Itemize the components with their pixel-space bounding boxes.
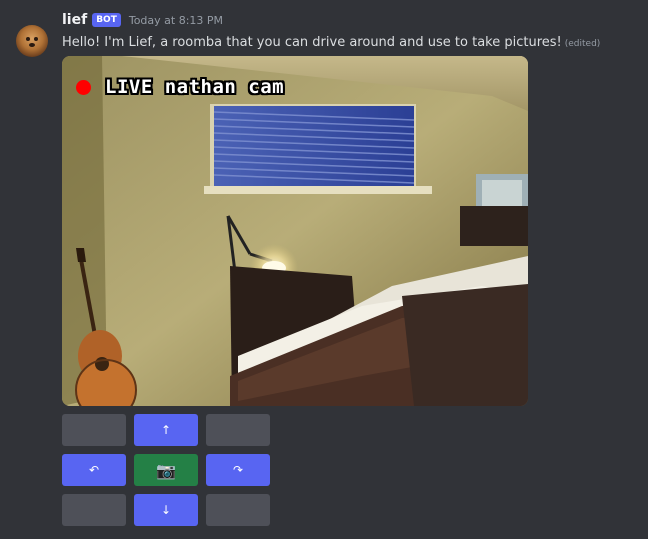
live-record-icon	[76, 79, 91, 95]
edited-label: (edited)	[564, 39, 601, 49]
turn-right-button[interactable]: ↷	[206, 454, 270, 486]
avatar-eye	[34, 37, 38, 41]
message-text: Hello! I'm Lief, a roomba that you can d…	[62, 35, 562, 50]
message-header: lief BOT Today at 8:13 PM	[62, 11, 223, 29]
avatar-eye	[26, 37, 30, 41]
live-overlay-text: LIVE nathan cam	[105, 76, 285, 98]
timestamp[interactable]: Today at 8:13 PM	[129, 14, 223, 27]
backward-button[interactable]: ↓	[134, 494, 198, 526]
empty-button	[206, 414, 270, 446]
forward-button[interactable]: ↑	[134, 414, 198, 446]
camera-image[interactable]: LIVE nathan cam	[62, 56, 528, 406]
turn-left-button[interactable]: ↶	[62, 454, 126, 486]
empty-button	[62, 414, 126, 446]
empty-button	[206, 494, 270, 526]
bedroom-photo	[62, 56, 528, 406]
live-overlay: LIVE nathan cam	[76, 76, 284, 98]
empty-button	[62, 494, 126, 526]
avatar-nose	[29, 43, 35, 47]
bot-badge: BOT	[92, 13, 121, 27]
username[interactable]: lief	[62, 12, 87, 28]
avatar[interactable]	[16, 25, 48, 57]
take-picture-button[interactable]: 📷	[134, 454, 198, 486]
message-content: Hello! I'm Lief, a roomba that you can d…	[62, 35, 600, 50]
